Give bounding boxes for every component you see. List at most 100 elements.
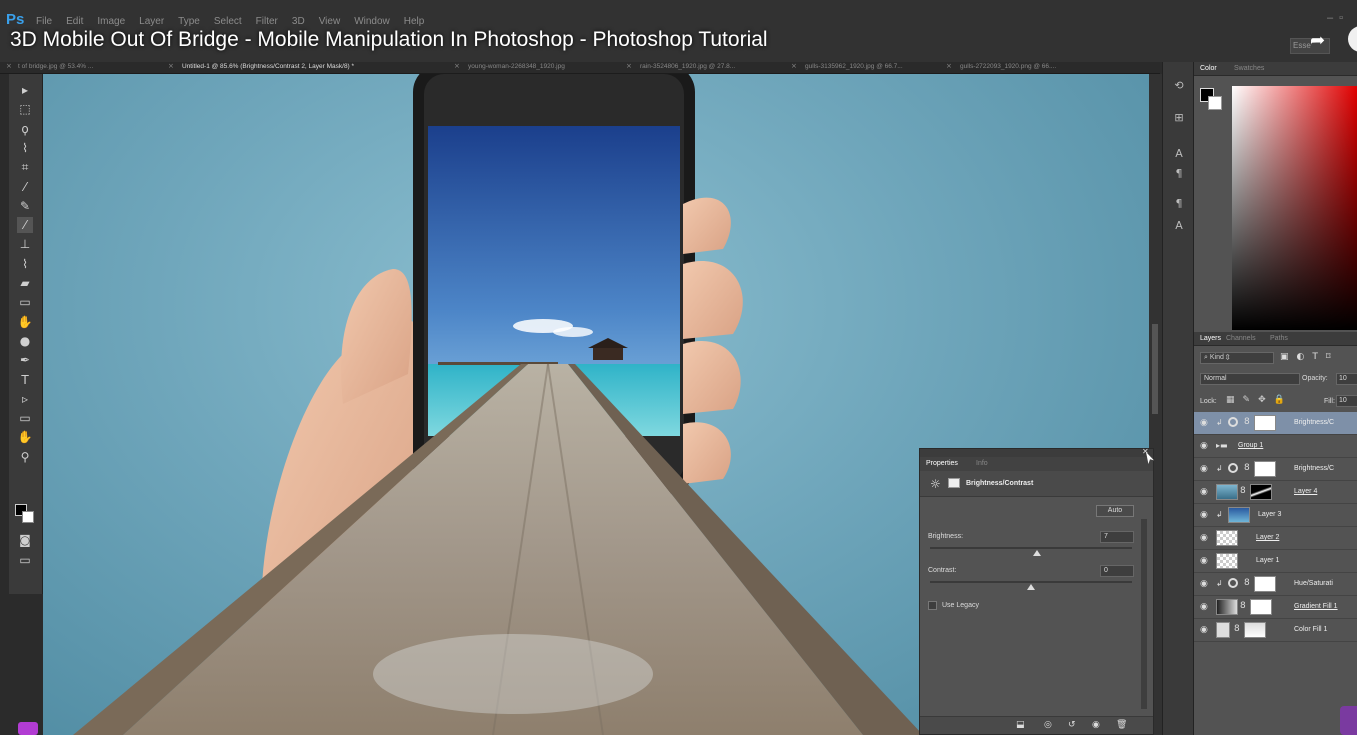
properties-titlebar[interactable]: ✕ xyxy=(920,447,1153,457)
layer-thumbnail[interactable] xyxy=(1216,622,1230,638)
layer-thumbnail[interactable] xyxy=(1216,484,1238,500)
layer-row[interactable]: ◉ ↲ 8 Brightness/C xyxy=(1194,458,1357,481)
menu-item-file[interactable]: File xyxy=(36,16,52,27)
contrast-slider[interactable] xyxy=(930,581,1132,590)
crop-icon[interactable]: ⌗ xyxy=(17,159,33,175)
menu-item-filter[interactable]: Filter xyxy=(256,16,278,27)
properties-scrollbar[interactable] xyxy=(1141,519,1147,709)
type-icon[interactable]: T xyxy=(17,372,33,388)
eye-icon[interactable]: ◉ xyxy=(1200,602,1208,612)
chain-icon[interactable]: 8 xyxy=(1240,486,1246,496)
layer-row[interactable]: ◉ ↲ 8 Hue/Saturati xyxy=(1194,573,1357,596)
dodge-icon[interactable]: ● xyxy=(17,333,33,349)
mask-thumbnail[interactable] xyxy=(1244,622,1266,638)
contrast-slider-thumb[interactable] xyxy=(1027,584,1035,590)
share-icon[interactable]: ➦ xyxy=(1310,30,1332,51)
paragraph-panel-icon[interactable]: ¶ xyxy=(1171,166,1187,182)
mask-thumbnail[interactable] xyxy=(1250,484,1272,500)
history-brush-icon[interactable]: ⌇ xyxy=(17,256,33,272)
layer-row[interactable]: ◉ ↲ 8 Brightness/C xyxy=(1194,412,1357,435)
chain-icon[interactable]: 8 xyxy=(1244,417,1250,427)
mask-thumbnail[interactable] xyxy=(1254,415,1276,431)
character-panel-icon[interactable]: A xyxy=(1171,146,1187,162)
chain-icon[interactable]: 8 xyxy=(1244,578,1250,588)
eye-icon[interactable]: ◉ xyxy=(1200,556,1208,566)
shape-filter-icon[interactable]: ⌑ xyxy=(1326,352,1331,362)
opacity-field[interactable]: 10 xyxy=(1336,373,1357,385)
properties-panel-icon[interactable]: ⊞ xyxy=(1171,110,1187,126)
view-previous-icon[interactable]: ◎ xyxy=(1044,720,1052,730)
menu-item-window[interactable]: Window xyxy=(354,16,390,27)
layer-thumbnail[interactable] xyxy=(1228,507,1250,523)
pixel-filter-icon[interactable]: ▣ xyxy=(1280,352,1289,362)
brightness-field[interactable]: 7 xyxy=(1100,531,1134,543)
chain-icon[interactable]: 8 xyxy=(1240,601,1246,611)
move-icon[interactable]: ▸ xyxy=(17,82,33,98)
background-color-swatch[interactable] xyxy=(22,511,34,523)
use-legacy-checkbox[interactable] xyxy=(928,601,937,610)
color-picker-field[interactable] xyxy=(1232,86,1357,330)
document-tab[interactable]: rain-3524806_1920.jpg @ 27.8... xyxy=(640,63,735,70)
document-tab[interactable]: gulls-2722093_1920.png @ 66.... xyxy=(960,63,1056,70)
contrast-field[interactable]: 0 xyxy=(1100,565,1134,577)
tab-layers[interactable]: Layers xyxy=(1200,335,1221,342)
document-tab[interactable]: Untitled-1 @ 85.6% (Brightness/Contrast … xyxy=(182,63,354,70)
blur-icon[interactable]: ✋ xyxy=(17,314,33,330)
marquee-icon[interactable]: ⬚ xyxy=(17,101,33,117)
lock-all-icon[interactable]: 🔒 xyxy=(1274,395,1285,405)
eye-icon[interactable]: ◉ xyxy=(1200,464,1208,474)
character-style-icon[interactable]: A xyxy=(1171,218,1187,234)
healing-icon[interactable]: ✎ xyxy=(17,198,33,214)
path-select-icon[interactable]: ▹ xyxy=(17,391,33,407)
document-tab[interactable]: young-woman-2268348_1920.jpg xyxy=(468,63,565,70)
close-tab-icon[interactable]: × xyxy=(791,62,797,70)
mask-thumbnail[interactable] xyxy=(1254,576,1276,592)
layer-thumbnail[interactable] xyxy=(1216,599,1238,615)
document-tab[interactable]: t of bridge.jpg @ 53.4% ... xyxy=(18,63,93,70)
chain-icon[interactable]: 8 xyxy=(1234,624,1240,634)
adjustment-filter-icon[interactable]: ◐ xyxy=(1297,352,1305,362)
menu-item-help[interactable]: Help xyxy=(404,16,425,27)
scrollbar-thumb[interactable] xyxy=(1152,324,1158,414)
clip-to-layer-icon[interactable]: ⬓ xyxy=(1016,720,1025,730)
layer-row[interactable]: ◉ 8 Color Fill 1 xyxy=(1194,619,1357,642)
screen-mode-icon[interactable]: ▭ xyxy=(17,552,33,568)
layer-row[interactable]: ◉ 8 Layer 4 xyxy=(1194,481,1357,504)
eye-icon[interactable]: ◉ xyxy=(1200,510,1208,520)
menu-item-layer[interactable]: Layer xyxy=(139,16,164,27)
gradient-icon[interactable]: ▭ xyxy=(17,294,33,310)
eye-icon[interactable]: ◉ xyxy=(1200,418,1208,428)
eyedropper-icon[interactable]: ⁄ xyxy=(17,179,33,195)
menu-item-select[interactable]: Select xyxy=(214,16,242,27)
tab-swatches[interactable]: Swatches xyxy=(1234,65,1264,72)
tab-paths[interactable]: Paths xyxy=(1270,335,1288,342)
close-tab-icon[interactable]: × xyxy=(626,62,632,70)
zoom-icon[interactable]: ⚲ xyxy=(17,449,33,465)
layer-row[interactable]: ◉ ▸▬ Group 1 xyxy=(1194,435,1357,458)
menu-item-edit[interactable]: Edit xyxy=(66,16,83,27)
eye-icon[interactable]: ◉ xyxy=(1200,533,1208,543)
brightness-slider[interactable] xyxy=(930,547,1132,556)
folder-icon[interactable]: ▸▬ xyxy=(1216,441,1228,450)
eraser-icon[interactable]: ▰ xyxy=(17,275,33,291)
blend-mode-select[interactable]: Normal xyxy=(1200,373,1300,385)
paragraph-style-icon[interactable]: ¶ xyxy=(1171,196,1187,212)
layer-row[interactable]: ◉ ↲ Layer 3 xyxy=(1194,504,1357,527)
menu-item-image[interactable]: Image xyxy=(97,16,125,27)
lock-transparent-icon[interactable]: ▦ xyxy=(1226,395,1235,405)
auto-button[interactable]: Auto xyxy=(1096,505,1134,517)
layer-thumbnail[interactable] xyxy=(1216,553,1238,569)
layer-row[interactable]: ◉ 8 Gradient Fill 1 xyxy=(1194,596,1357,619)
eye-icon[interactable]: ◉ xyxy=(1200,487,1208,497)
layer-row[interactable]: ◉ Layer 1 xyxy=(1194,550,1357,573)
eye-icon[interactable]: ◉ xyxy=(1200,625,1208,635)
layer-thumbnail[interactable] xyxy=(1216,530,1238,546)
type-filter-icon[interactable]: T xyxy=(1312,352,1318,362)
hand-icon[interactable]: ✋ xyxy=(17,429,33,445)
brightness-slider-thumb[interactable] xyxy=(1033,550,1042,556)
close-tab-icon[interactable]: × xyxy=(6,62,12,70)
tab-channels[interactable]: Channels xyxy=(1226,335,1256,342)
document-tab[interactable]: gulls-3135962_1920.jpg @ 66.7... xyxy=(805,63,903,70)
chain-icon[interactable]: 8 xyxy=(1244,463,1250,473)
lock-position-icon[interactable]: ✥ xyxy=(1258,395,1266,405)
